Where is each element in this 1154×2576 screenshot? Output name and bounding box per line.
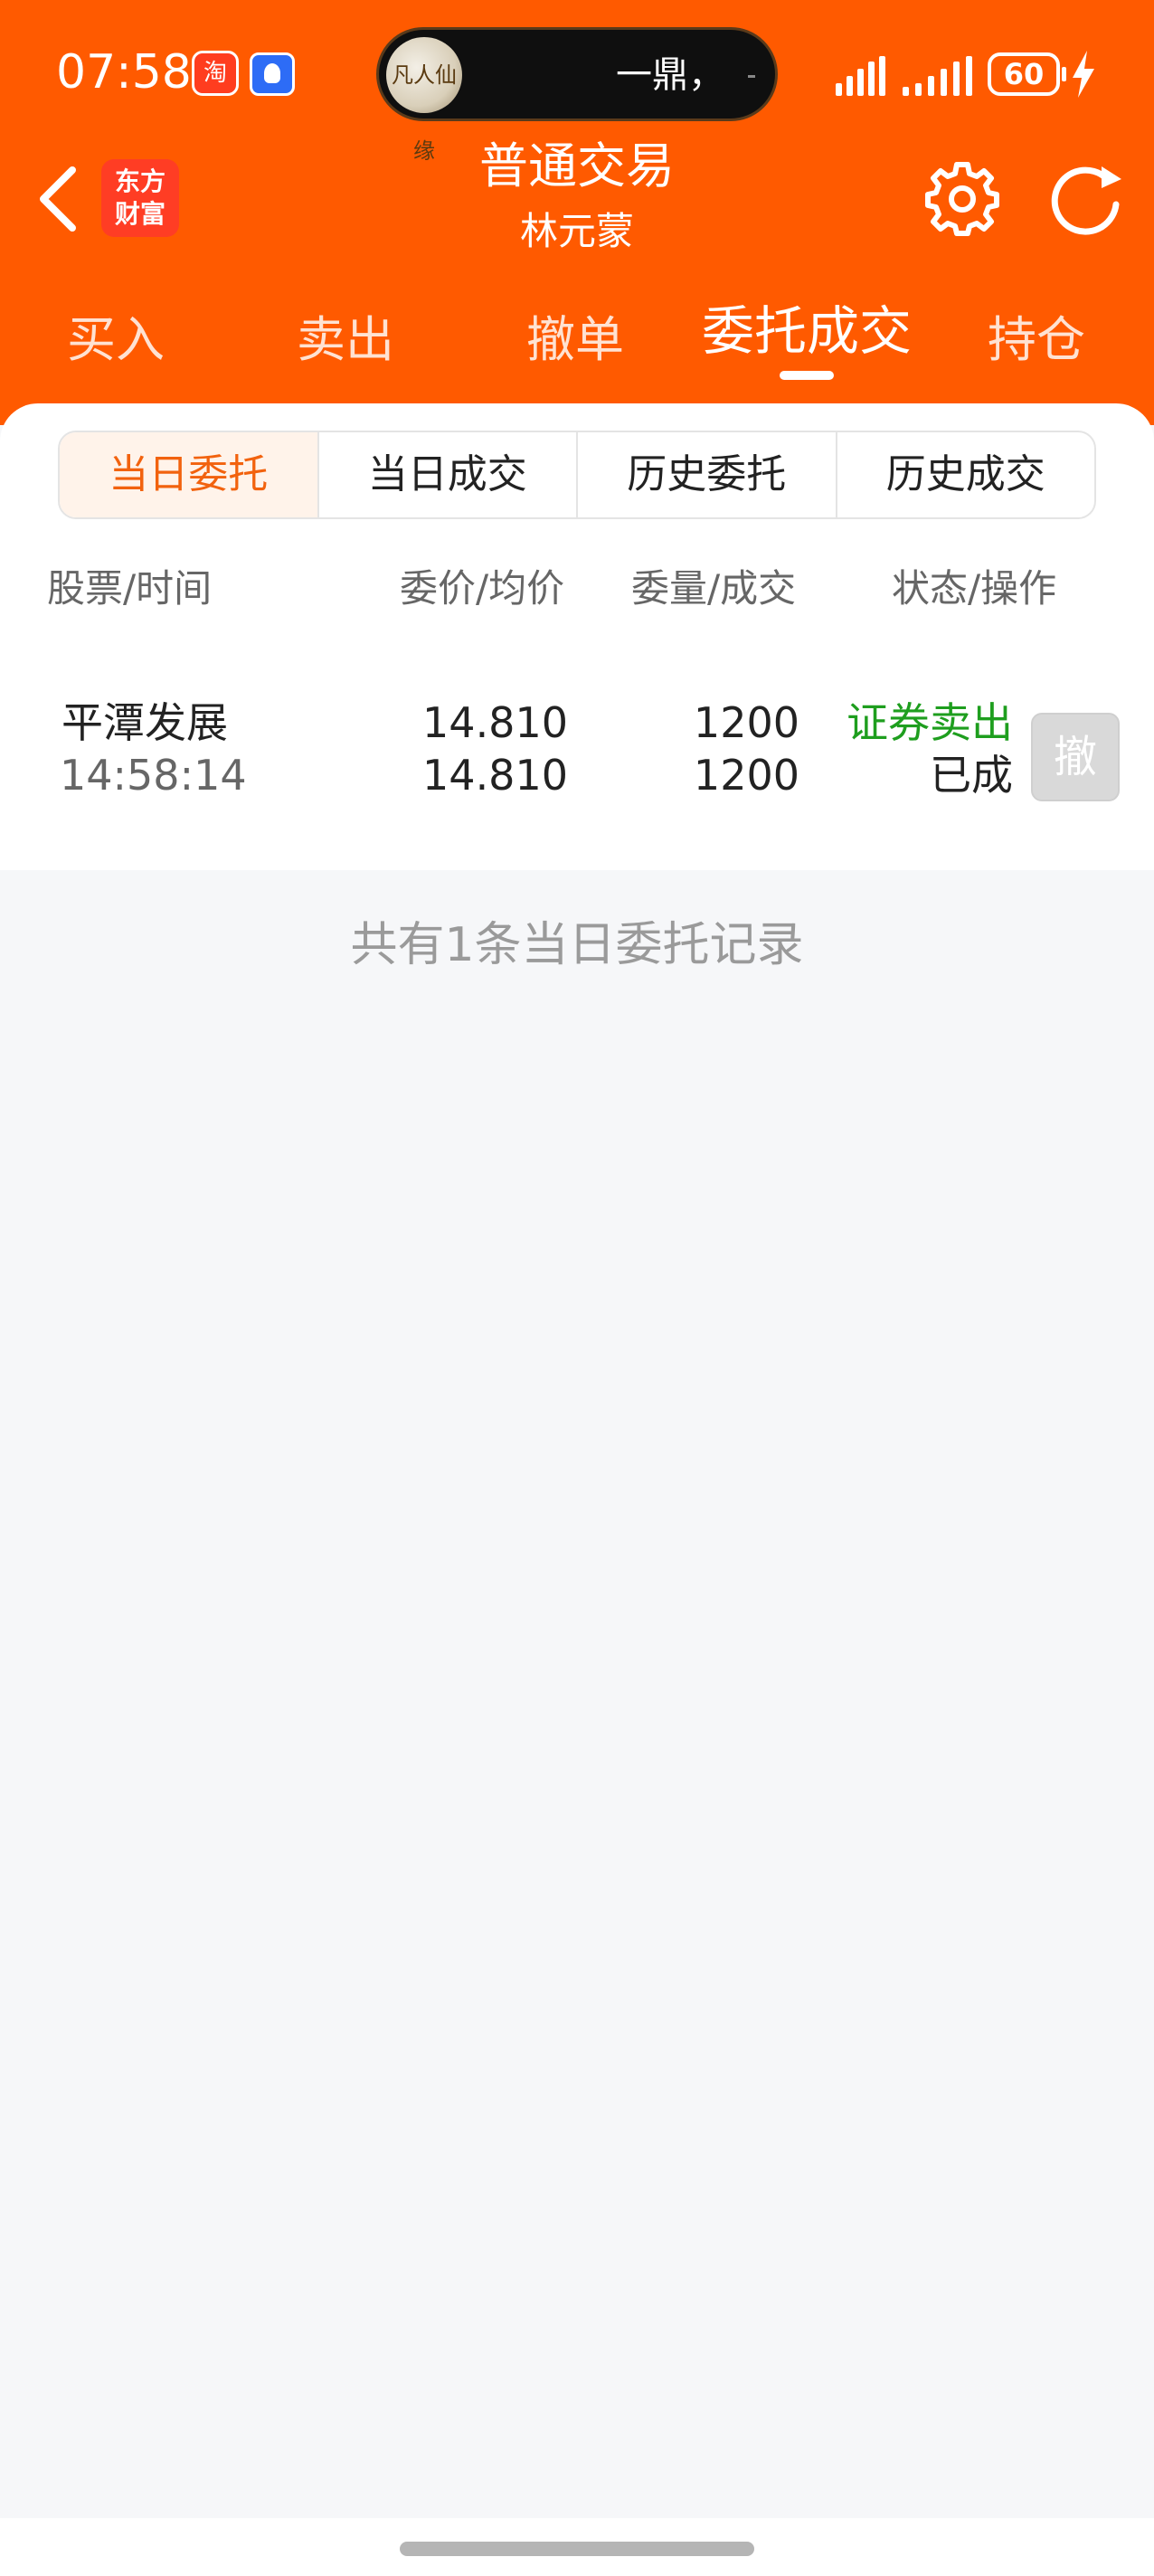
col-stock-time: 股票/时间: [47, 566, 213, 611]
island-text: 一鼎，: [616, 54, 724, 96]
stock-name: 平潭发展: [61, 698, 228, 747]
tab-positions[interactable]: 持仓: [948, 304, 1125, 376]
subtab-today-orders[interactable]: 当日委托: [60, 432, 317, 517]
status-badge: 已成: [930, 751, 1013, 800]
records-count-note: 共有1条当日委托记录: [350, 918, 804, 972]
table-row[interactable]: 平潭发展 14:58:14 14.810 14.810 1200 1200 证券…: [0, 696, 1154, 823]
col-status: 状态/操作: [892, 566, 1057, 611]
home-indicator[interactable]: [400, 2542, 754, 2556]
refresh-icon[interactable]: [1045, 159, 1129, 242]
island-dot: [748, 75, 755, 78]
avg-price: 14.810: [422, 751, 568, 800]
signal-icon-2: [903, 56, 975, 96]
tab-sell[interactable]: 卖出: [257, 304, 434, 376]
subtab-history-orders[interactable]: 历史委托: [576, 432, 836, 517]
island-avatar: 凡人仙缘: [386, 37, 462, 164]
status-time: 07:58: [56, 45, 192, 99]
order-qty: 1200: [693, 698, 799, 747]
tab-buy[interactable]: 买入: [27, 304, 204, 376]
charging-bolt-icon: [1073, 51, 1094, 98]
privacy-shield-icon: [250, 52, 295, 96]
subtab-history-trades[interactable]: 历史成交: [835, 432, 1095, 517]
tab-cancel[interactable]: 撤单: [487, 304, 664, 376]
battery-icon: 60: [988, 52, 1060, 96]
col-price: 委价/均价: [400, 566, 565, 611]
order-price: 14.810: [422, 698, 568, 747]
subtab-today-trades[interactable]: 当日成交: [317, 432, 577, 517]
signal-icon-1: [836, 56, 886, 96]
cancel-order-button[interactable]: 撤: [1031, 713, 1120, 801]
filled-qty: 1200: [693, 751, 799, 800]
order-type: 证券卖出: [847, 698, 1013, 747]
battery-nub: [1062, 67, 1066, 81]
sub-tab-bar: 当日委托 当日成交 历史委托 历史成交: [58, 431, 1096, 519]
tab-orders-trades[interactable]: 委托成交: [698, 295, 915, 367]
taobao-notification-icon: 淘: [192, 51, 239, 96]
order-time: 14:58:14: [60, 751, 247, 800]
active-tab-indicator: [780, 371, 834, 380]
col-quantity: 委量/成交: [631, 566, 797, 611]
dynamic-island[interactable]: 凡人仙缘 一鼎，: [376, 27, 778, 164]
gear-icon[interactable]: [922, 159, 1002, 239]
